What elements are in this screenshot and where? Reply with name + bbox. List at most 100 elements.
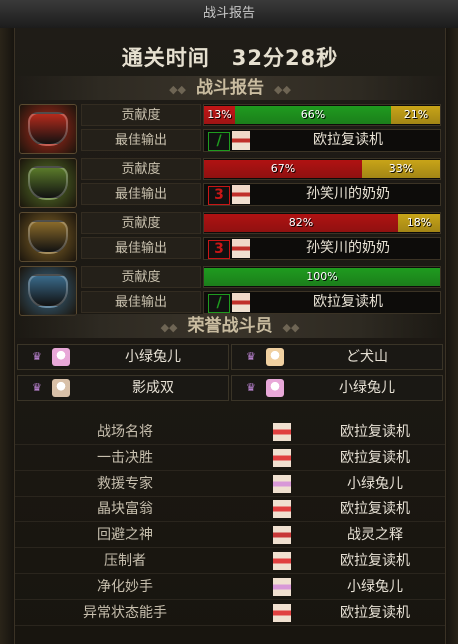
green-slash-icon: / bbox=[208, 294, 230, 313]
left-ornament-icon: ◆◆ bbox=[160, 321, 178, 334]
award-player-name: 欧拉复读机 bbox=[340, 424, 410, 440]
boss-icon-frame bbox=[19, 158, 77, 208]
right-ornament-icon: ◆◆ bbox=[274, 83, 291, 96]
contribution-segment: 66% bbox=[235, 106, 391, 124]
right-frame bbox=[445, 28, 458, 644]
battle-row: 贡献度最佳输出 13% 66% 21% / 欧拉复读机 bbox=[19, 104, 441, 154]
award-player-avatar bbox=[273, 474, 291, 493]
red-three-icon: 3 bbox=[208, 186, 230, 205]
member-avatar bbox=[266, 379, 284, 397]
contribution-segment: 13% bbox=[204, 106, 235, 124]
award-player-name: 欧拉复读机 bbox=[340, 604, 410, 621]
award-row: 净化妙手 小绿兔儿 bbox=[15, 575, 445, 600]
player-avatar bbox=[232, 293, 250, 312]
contribution-bar: 100% bbox=[203, 266, 441, 288]
player-avatar bbox=[232, 185, 250, 204]
contribution-segment: 82% bbox=[204, 214, 398, 232]
contribution-segment: 67% bbox=[204, 160, 362, 178]
award-player-avatar bbox=[273, 500, 291, 519]
contribution-segment: 100% bbox=[204, 268, 440, 286]
window-title: 战斗报告 bbox=[0, 0, 458, 29]
best-player-name: 欧拉复读机 bbox=[313, 294, 383, 310]
left-frame bbox=[0, 28, 15, 644]
best-output-cell: / 欧拉复读机 bbox=[203, 129, 441, 152]
award-player-name: 欧拉复读机 bbox=[340, 501, 410, 518]
best-player-name: 孙笑川的奶奶 bbox=[306, 240, 390, 256]
crown-icon: ♛ bbox=[246, 350, 256, 363]
battle-row: 贡献度最佳输出 82% 18% 3 孙笑川的奶奶 bbox=[19, 212, 441, 262]
boss-icon-frame bbox=[19, 266, 77, 316]
contribution-label: 贡献度 bbox=[81, 158, 201, 180]
battle-report-header: ◆◆ 战斗报告 ◆◆ bbox=[15, 76, 445, 100]
award-row: 一击决胜 欧拉复读机 bbox=[15, 446, 445, 471]
award-player-name: 小绿兔儿 bbox=[347, 475, 403, 492]
member-name: ど犬山 bbox=[346, 349, 388, 365]
battle-row: 贡献度最佳输出 67% 33% 3 孙笑川的奶奶 bbox=[19, 158, 441, 208]
member-avatar bbox=[266, 348, 284, 366]
contribution-segment: 18% bbox=[398, 214, 440, 232]
crown-icon: ♛ bbox=[32, 350, 42, 363]
gold-horned-mask-icon bbox=[28, 220, 68, 254]
award-title: 一击决胜 bbox=[97, 449, 153, 466]
best-output-label: 最佳输出 bbox=[81, 129, 201, 151]
contribution-label: 贡献度 bbox=[81, 212, 201, 234]
award-player-name: 小绿兔儿 bbox=[347, 578, 403, 595]
award-title: 晶块富翁 bbox=[97, 501, 153, 518]
award-title: 压制者 bbox=[104, 553, 146, 569]
award-title: 战场名将 bbox=[97, 424, 153, 440]
contribution-bar: 13% 66% 21% bbox=[203, 104, 441, 126]
award-player-name: 欧拉复读机 bbox=[340, 449, 410, 466]
contribution-segment: 21% bbox=[391, 106, 440, 124]
member-name: 小绿兔儿 bbox=[125, 349, 181, 365]
award-player-name: 欧拉复读机 bbox=[340, 553, 410, 569]
contribution-label: 贡献度 bbox=[81, 266, 201, 288]
award-row: 异常状态能手 欧拉复读机 bbox=[15, 601, 445, 626]
contribution-bar: 82% 18% bbox=[203, 212, 441, 234]
contribution-label: 贡献度 bbox=[81, 104, 201, 126]
award-row: 救援专家 小绿兔儿 bbox=[15, 472, 445, 497]
green-spiked-mask-icon bbox=[28, 166, 68, 200]
player-avatar bbox=[232, 131, 250, 150]
contribution-segment: 33% bbox=[362, 160, 440, 178]
award-player-avatar bbox=[273, 448, 291, 467]
award-player-avatar bbox=[273, 423, 291, 441]
battle-row: 贡献度 最佳输出 100% / 欧拉复读机 bbox=[19, 266, 441, 316]
boss-icon-frame bbox=[19, 212, 77, 262]
best-output-cell: 3 孙笑川的奶奶 bbox=[203, 183, 441, 206]
best-output-label: 最佳输出 bbox=[81, 237, 201, 259]
clear-time: 通关时间 32分28秒 bbox=[121, 46, 339, 70]
contribution-bar: 67% 33% bbox=[203, 158, 441, 180]
crown-icon: ♛ bbox=[246, 381, 256, 394]
best-output-cell: / 欧拉复读机 bbox=[203, 291, 441, 314]
player-avatar bbox=[232, 239, 250, 258]
member-name: 小绿兔儿 bbox=[339, 380, 395, 396]
boss-icon-frame bbox=[19, 104, 77, 154]
green-slash-icon: / bbox=[208, 132, 230, 151]
award-title: 回避之神 bbox=[97, 527, 153, 544]
award-row: 回避之神 战灵之释 bbox=[15, 523, 445, 549]
award-row: 晶块富翁 欧拉复读机 bbox=[15, 497, 445, 523]
award-title: 救援专家 bbox=[97, 475, 153, 492]
red-three-icon: 3 bbox=[208, 240, 230, 259]
award-row: 战场名将 欧拉复读机 bbox=[15, 420, 445, 445]
award-title: 异常状态能手 bbox=[83, 604, 167, 621]
report-panel: 通关时间 32分28秒 ◆◆ 战斗报告 ◆◆ 贡献度 最佳输出 13% 66% 21% / 欧拉… bbox=[15, 28, 445, 644]
battle-report-title: 战斗报告 bbox=[196, 78, 264, 98]
crown-icon: ♛ bbox=[32, 381, 42, 394]
member-avatar bbox=[52, 379, 70, 397]
award-title: 净化妙手 bbox=[97, 578, 153, 595]
honor-member: ♛ 小绿兔儿 bbox=[17, 344, 229, 370]
honor-member: ♛ 影成双 bbox=[17, 375, 229, 401]
member-avatar bbox=[52, 348, 70, 366]
best-output-label: 最佳输出 bbox=[81, 183, 201, 205]
honor-member: ♛ 小绿兔儿 bbox=[231, 375, 443, 401]
honor-title: 荣誉战斗员 bbox=[187, 316, 273, 336]
left-ornament-icon: ◆◆ bbox=[169, 83, 186, 96]
award-player-avatar bbox=[273, 577, 291, 596]
award-player-avatar bbox=[273, 603, 291, 622]
best-player-name: 孙笑川的奶奶 bbox=[306, 186, 390, 202]
red-demon-mask-icon bbox=[28, 112, 68, 146]
honor-header: ◆◆ 荣誉战斗员 ◆◆ bbox=[15, 314, 445, 338]
best-player-name: 欧拉复读机 bbox=[313, 132, 383, 148]
award-row: 压制者 欧拉复读机 bbox=[15, 549, 445, 574]
